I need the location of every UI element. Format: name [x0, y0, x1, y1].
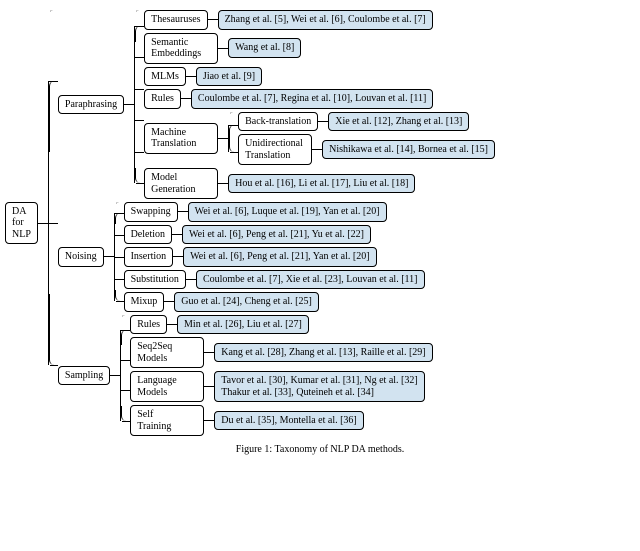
tree-node: Swapping	[124, 202, 178, 222]
tree-node: Rules	[130, 315, 167, 335]
citation-leaf: Jiao et al. [9]	[196, 67, 262, 87]
citation-leaf: Wang et al. [8]	[228, 38, 301, 58]
tree-node: Substitution	[124, 270, 186, 290]
tree-node: Seq2SeqModels	[130, 337, 204, 368]
tree-node: Mixup	[124, 292, 165, 312]
citation-leaf: Xie et al. [12], Zhang et al. [13]	[328, 112, 469, 132]
tree-node: SemanticEmbeddings	[144, 33, 218, 64]
tree-node: MachineTranslation	[144, 123, 218, 154]
tree-node: ModelGeneration	[144, 168, 218, 199]
root-node: DAforNLP	[5, 202, 38, 245]
tree-node: Deletion	[124, 225, 172, 245]
tree-node: SelfTraining	[130, 405, 204, 436]
citation-leaf: Hou et al. [16], Li et al. [17], Liu et …	[228, 174, 415, 194]
citation-leaf: Wei et al. [6], Peng et al. [21], Yan et…	[183, 247, 376, 267]
tree-node: Rules	[144, 89, 181, 109]
citation-leaf: Zhang et al. [5], Wei et al. [6], Coulom…	[218, 10, 433, 30]
figure-caption: Figure 1: Taxonomy of NLP DA methods.	[5, 444, 635, 455]
citation-leaf: Guo et al. [24], Cheng et al. [25]	[174, 292, 319, 312]
tree-node: Thesauruses	[144, 10, 207, 30]
citation-leaf: Coulombe et al. [7], Xie et al. [23], Lo…	[196, 270, 425, 290]
citation-leaf: Coulombe et al. [7], Regina et al. [10],…	[191, 89, 433, 109]
tree-node: Paraphrasing	[58, 95, 124, 115]
tree-node: Noising	[58, 247, 104, 267]
citation-leaf: Min et al. [26], Liu et al. [27]	[177, 315, 309, 335]
tree-node: Sampling	[58, 366, 110, 386]
citation-leaf: Du et al. [35], Montella et al. [36]	[214, 411, 364, 431]
tree-node: LanguageModels	[130, 371, 204, 402]
citation-leaf: Wei et al. [6], Luque et al. [19], Yan e…	[188, 202, 387, 222]
tree-node: Insertion	[124, 247, 174, 267]
citation-leaf: Tavor et al. [30], Kumar et al. [31], Ng…	[214, 371, 424, 402]
tree-node: UnidirectionalTranslation	[238, 134, 312, 165]
citation-leaf: Nishikawa et al. [14], Bornea et al. [15…	[322, 140, 495, 160]
citation-leaf: Kang et al. [28], Zhang et al. [13], Rai…	[214, 343, 432, 363]
citation-leaf: Wei et al. [6], Peng et al. [21], Yu et …	[182, 225, 371, 245]
tree-node: MLMs	[144, 67, 186, 87]
tree-node: Back-translation	[238, 112, 318, 132]
